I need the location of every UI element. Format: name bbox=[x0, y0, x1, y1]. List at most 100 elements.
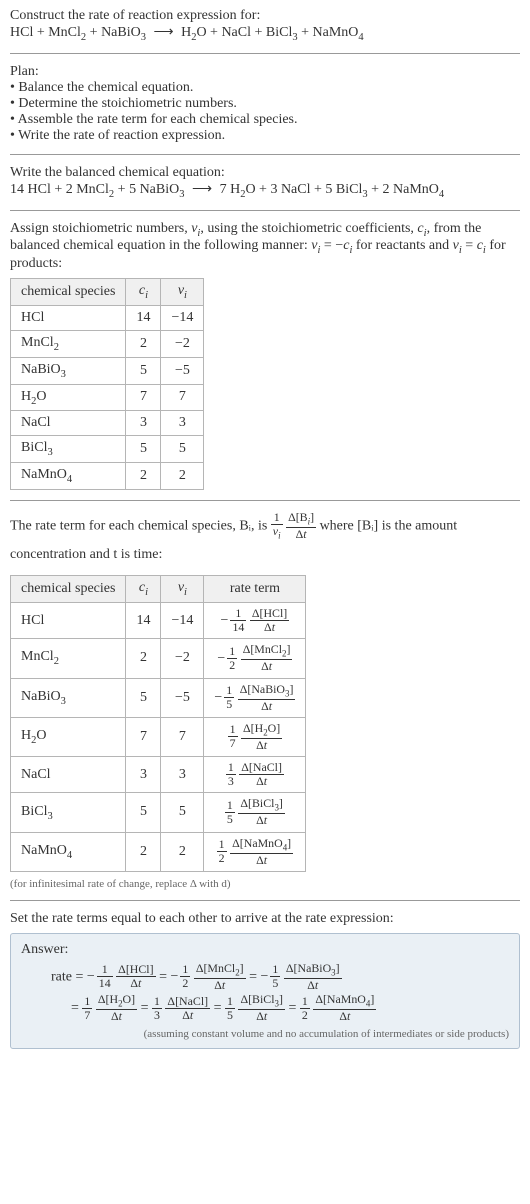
infinitesimal-note: (for infinitesimal rate of change, repla… bbox=[10, 878, 520, 890]
plan-heading: Plan: bbox=[10, 64, 520, 80]
cell-species: NaCl bbox=[11, 411, 126, 436]
cell-nu: −5 bbox=[161, 678, 204, 717]
cell-c: 14 bbox=[126, 305, 161, 330]
cell-rate: −114 Δ[HCl]Δt bbox=[204, 603, 306, 639]
col-species: chemical species bbox=[11, 279, 126, 306]
cell-c: 2 bbox=[126, 330, 161, 357]
divider bbox=[10, 53, 520, 54]
cell-nu: 3 bbox=[161, 411, 204, 436]
plan-item: • Balance the chemical equation. bbox=[10, 80, 520, 96]
cell-species: HCl bbox=[11, 603, 126, 639]
cell-c: 3 bbox=[126, 757, 161, 793]
col-nu: νi bbox=[161, 576, 204, 603]
final-heading: Set the rate terms equal to each other t… bbox=[10, 911, 520, 927]
cell-c: 5 bbox=[126, 678, 161, 717]
table-row: HCl14−14 bbox=[11, 305, 204, 330]
cell-nu: −2 bbox=[161, 330, 204, 357]
col-nu: νi bbox=[161, 279, 204, 306]
divider bbox=[10, 210, 520, 211]
cell-c: 5 bbox=[126, 357, 161, 384]
cell-nu: −5 bbox=[161, 357, 204, 384]
cell-c: 3 bbox=[126, 411, 161, 436]
table-row: NaBiO35−5−15 Δ[NaBiO3]Δt bbox=[11, 678, 306, 717]
cell-species: NaBiO3 bbox=[11, 357, 126, 384]
cell-rate: −12 Δ[MnCl2]Δt bbox=[204, 639, 306, 678]
balanced-heading: Write the balanced chemical equation: bbox=[10, 165, 520, 181]
cell-nu: 5 bbox=[161, 436, 204, 463]
cell-nu: 2 bbox=[161, 832, 204, 871]
rate-intro-coef: 1 νi bbox=[271, 511, 283, 541]
cell-species: BiCl3 bbox=[11, 793, 126, 832]
prompt-line1: Construct the rate of reaction expressio… bbox=[10, 8, 520, 24]
table-row: BiCl355 bbox=[11, 436, 204, 463]
table-row: H2O77 bbox=[11, 384, 204, 411]
cell-rate: 13 Δ[NaCl]Δt bbox=[204, 757, 306, 793]
cell-species: MnCl2 bbox=[11, 330, 126, 357]
plan-section: Plan: • Balance the chemical equation. •… bbox=[10, 64, 520, 144]
final-section: Set the rate terms equal to each other t… bbox=[10, 911, 520, 1049]
stoich-table: chemical species ci νi HCl14−14MnCl22−2N… bbox=[10, 278, 204, 490]
cell-nu: 7 bbox=[161, 384, 204, 411]
cell-c: 14 bbox=[126, 603, 161, 639]
cell-species: BiCl3 bbox=[11, 436, 126, 463]
cell-rate: 17 Δ[H2O]Δt bbox=[204, 717, 306, 756]
cell-species: H2O bbox=[11, 384, 126, 411]
stoich-section: Assign stoichiometric numbers, νi, using… bbox=[10, 221, 520, 490]
cell-c: 2 bbox=[126, 463, 161, 490]
cell-c: 7 bbox=[126, 717, 161, 756]
table-row: NaCl3313 Δ[NaCl]Δt bbox=[11, 757, 306, 793]
cell-rate: 12 Δ[NaMnO4]Δt bbox=[204, 832, 306, 871]
table-row: BiCl35515 Δ[BiCl3]Δt bbox=[11, 793, 306, 832]
rate-intro-delta: Δ[Bi] Δt bbox=[286, 511, 316, 541]
table-row: NaBiO35−5 bbox=[11, 357, 204, 384]
stoich-intro: Assign stoichiometric numbers, νi, using… bbox=[10, 221, 520, 273]
cell-species: H2O bbox=[11, 717, 126, 756]
table-row: NaMnO422 bbox=[11, 463, 204, 490]
rate-expression-line2: = 17 Δ[H2O]Δt = 13 Δ[NaCl]Δt = 15 Δ[BiCl… bbox=[71, 993, 509, 1024]
cell-nu: 5 bbox=[161, 793, 204, 832]
answer-box: Answer: rate = −114 Δ[HCl]Δt = −12 Δ[MnC… bbox=[10, 933, 520, 1049]
rate-term-section: The rate term for each chemical species,… bbox=[10, 511, 520, 890]
col-rate: rate term bbox=[204, 576, 306, 603]
rate-expression-line1: rate = −114 Δ[HCl]Δt = −12 Δ[MnCl2]Δt = … bbox=[51, 962, 509, 993]
cell-nu: −14 bbox=[161, 603, 204, 639]
rate-intro: The rate term for each chemical species,… bbox=[10, 511, 520, 569]
table-row: MnCl22−2 bbox=[11, 330, 204, 357]
answer-note: (assuming constant volume and no accumul… bbox=[21, 1028, 509, 1040]
cell-c: 5 bbox=[126, 436, 161, 463]
table-row: MnCl22−2−12 Δ[MnCl2]Δt bbox=[11, 639, 306, 678]
divider bbox=[10, 154, 520, 155]
plan-item: • Write the rate of reaction expression. bbox=[10, 128, 520, 144]
table-row: HCl14−14−114 Δ[HCl]Δt bbox=[11, 603, 306, 639]
cell-species: NaCl bbox=[11, 757, 126, 793]
cell-species: MnCl2 bbox=[11, 639, 126, 678]
balanced-section: Write the balanced chemical equation: 14… bbox=[10, 165, 520, 200]
col-species: chemical species bbox=[11, 576, 126, 603]
rate-table: chemical species ci νi rate term HCl14−1… bbox=[10, 575, 306, 872]
cell-nu: 3 bbox=[161, 757, 204, 793]
cell-nu: −14 bbox=[161, 305, 204, 330]
plan-item: • Assemble the rate term for each chemic… bbox=[10, 112, 520, 128]
cell-c: 7 bbox=[126, 384, 161, 411]
table-row: NaMnO42212 Δ[NaMnO4]Δt bbox=[11, 832, 306, 871]
balanced-equation: 14 HCl + 2 MnCl2 + 5 NaBiO3 ⟶ 7 H2O + 3 … bbox=[10, 181, 520, 200]
cell-c: 2 bbox=[126, 639, 161, 678]
plan-item: • Determine the stoichiometric numbers. bbox=[10, 96, 520, 112]
table-row: H2O7717 Δ[H2O]Δt bbox=[11, 717, 306, 756]
cell-c: 2 bbox=[126, 832, 161, 871]
cell-species: HCl bbox=[11, 305, 126, 330]
divider bbox=[10, 900, 520, 901]
cell-nu: 7 bbox=[161, 717, 204, 756]
cell-species: NaMnO4 bbox=[11, 463, 126, 490]
cell-species: NaMnO4 bbox=[11, 832, 126, 871]
divider bbox=[10, 500, 520, 501]
table-row: NaCl33 bbox=[11, 411, 204, 436]
prompt-section: Construct the rate of reaction expressio… bbox=[10, 8, 520, 43]
col-c: ci bbox=[126, 279, 161, 306]
cell-rate: 15 Δ[BiCl3]Δt bbox=[204, 793, 306, 832]
cell-nu: 2 bbox=[161, 463, 204, 490]
cell-rate: −15 Δ[NaBiO3]Δt bbox=[204, 678, 306, 717]
prompt-equation: HCl + MnCl2 + NaBiO3 ⟶ H2O + NaCl + BiCl… bbox=[10, 24, 520, 43]
cell-species: NaBiO3 bbox=[11, 678, 126, 717]
cell-c: 5 bbox=[126, 793, 161, 832]
